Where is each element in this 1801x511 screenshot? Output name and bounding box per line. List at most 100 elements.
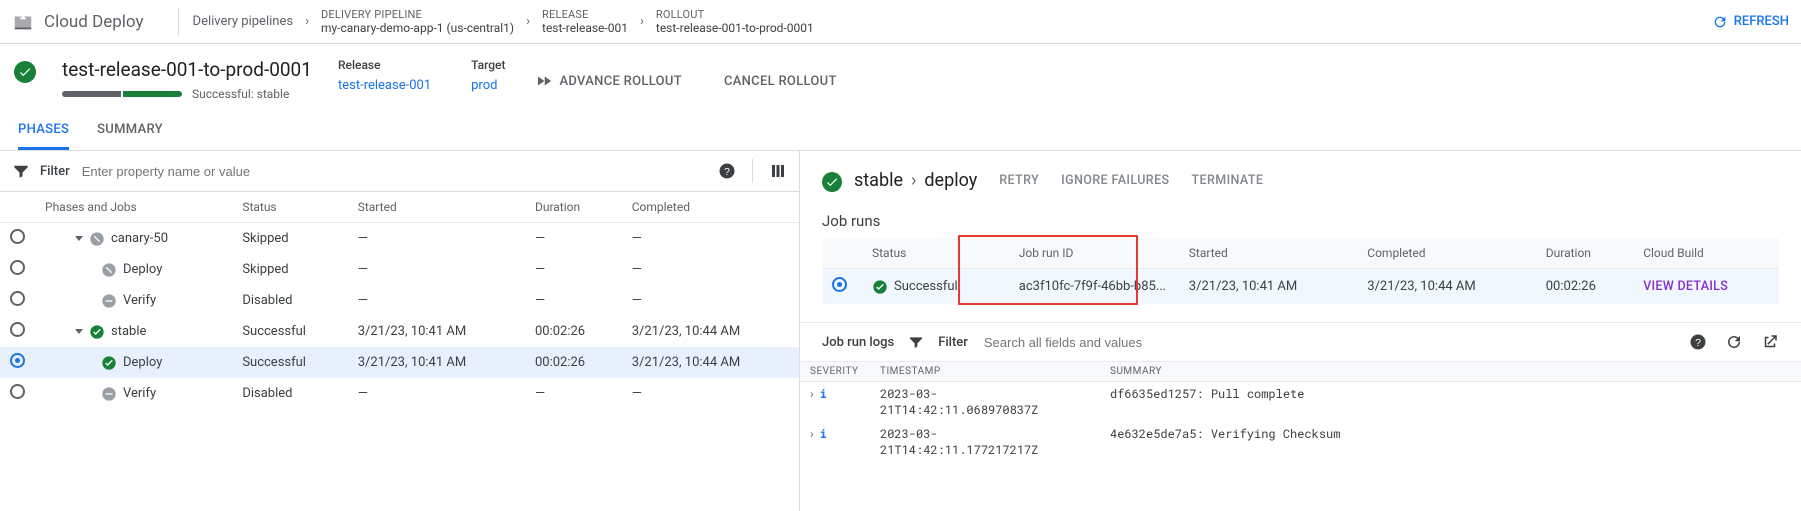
success-icon: [101, 355, 117, 371]
progress-bar: [62, 91, 182, 97]
col-status: Status: [232, 192, 347, 223]
table-row[interactable]: Deploy Successful 3/21/23, 10:41 AM 00:0…: [0, 347, 799, 378]
log-row[interactable]: ›i 2023-03-21T14:42:11.177217217Z 4e632e…: [800, 422, 1801, 462]
help-icon[interactable]: ?: [1689, 333, 1707, 351]
product-name: Cloud Deploy: [44, 12, 144, 32]
cell-completed: —: [622, 285, 799, 316]
cell-duration: —: [525, 254, 622, 285]
header-actions: ADVANCE ROLLOUT CANCEL ROLLOUT: [531, 66, 840, 96]
cell-status: Skipped: [232, 223, 347, 255]
expand-icon[interactable]: [75, 329, 83, 334]
cell-duration: —: [525, 285, 622, 316]
col-phases: Phases and Jobs: [35, 192, 232, 223]
table-row[interactable]: Verify Disabled — — —: [0, 285, 799, 316]
cell-status: Successful: [232, 316, 347, 347]
cancel-rollout-label: CANCEL ROLLOUT: [724, 74, 837, 89]
logs-filter-label: Filter: [938, 335, 968, 350]
retry-button[interactable]: RETRY: [999, 173, 1039, 188]
skipped-icon: [89, 231, 105, 247]
refresh-icon[interactable]: [1725, 333, 1743, 351]
col-cloud-build: Cloud Build: [1633, 238, 1779, 269]
divider: [752, 159, 753, 183]
radio[interactable]: [10, 260, 25, 275]
expand-icon[interactable]: ›: [810, 427, 814, 441]
radio[interactable]: [10, 353, 25, 368]
cell-jobrun-id: ac3f10fc-7f9f-46bb-b85...: [1009, 269, 1179, 305]
cell-completed: —: [622, 254, 799, 285]
advance-rollout-button[interactable]: ADVANCE ROLLOUT: [531, 66, 685, 96]
meta-target: Target prod: [471, 58, 505, 93]
left-pane: Filter ? Phases and Jobs Status Started …: [0, 151, 800, 511]
log-summary: df6635ed1257: Pull complete: [1100, 382, 1801, 423]
meta-target-label: Target: [471, 58, 505, 72]
progress-seg-skipped: [62, 91, 121, 97]
status-success-icon: [822, 172, 842, 192]
cell-started: —: [348, 285, 525, 316]
radio[interactable]: [10, 291, 25, 306]
cell-started: —: [348, 254, 525, 285]
svg-text:?: ?: [724, 166, 730, 178]
radio[interactable]: [10, 229, 25, 244]
col-timestamp: TIMESTAMP: [870, 362, 1100, 382]
right-actions: RETRY IGNORE FAILURES TERMINATE: [999, 173, 1263, 188]
top-bar: Cloud Deploy Delivery pipelines › DELIVE…: [0, 0, 1801, 44]
cancel-rollout-button[interactable]: CANCEL ROLLOUT: [720, 66, 841, 96]
phase-name: canary-50: [111, 231, 168, 246]
cell-completed: —: [622, 378, 799, 409]
table-row[interactable]: Successful ac3f10fc-7f9f-46bb-b85... 3/2…: [822, 269, 1779, 305]
phase-name: stable: [111, 324, 146, 339]
job-runs-title: Job runs: [800, 202, 1801, 238]
job-run-logs-title: Job run logs: [822, 335, 894, 350]
cell-duration: 00:02:26: [525, 316, 622, 347]
col-completed: Completed: [622, 192, 799, 223]
columns-icon[interactable]: [769, 162, 787, 180]
log-row[interactable]: ›i 2023-03-21T14:42:11.068970837Z df6635…: [800, 382, 1801, 423]
right-pane: stable › deploy RETRY IGNORE FAILURES TE…: [800, 151, 1801, 511]
release-link[interactable]: test-release-001: [338, 78, 431, 93]
filter-input[interactable]: [80, 163, 708, 180]
right-header: stable › deploy RETRY IGNORE FAILURES TE…: [800, 151, 1801, 202]
table-row[interactable]: stable Successful 3/21/23, 10:41 AM 00:0…: [0, 316, 799, 347]
cell-started: 3/21/23, 10:41 AM: [348, 347, 525, 378]
cell-started: —: [348, 223, 525, 255]
ignore-failures-button[interactable]: IGNORE FAILURES: [1061, 173, 1169, 188]
cell-started: —: [348, 378, 525, 409]
table-row[interactable]: Deploy Skipped — — —: [0, 254, 799, 285]
breadcrumb-rollout-value: test-release-001-to-prod-0001: [656, 21, 814, 35]
tab-phases[interactable]: PHASES: [18, 111, 69, 150]
log-table: SEVERITY TIMESTAMP SUMMARY ›i 2023-03-21…: [800, 361, 1801, 462]
breadcrumb-rollout: ROLLOUT test-release-001-to-prod-0001: [656, 8, 814, 36]
chevron-right-icon: ›: [911, 170, 916, 191]
view-details-button[interactable]: VIEW DETAILS: [1643, 279, 1728, 294]
cell-duration: 00:02:26: [1536, 269, 1633, 305]
logs-filter-input[interactable]: [982, 334, 1675, 351]
skipped-icon: [101, 262, 117, 278]
fast-forward-icon: [535, 72, 553, 90]
cell-duration: —: [525, 378, 622, 409]
radio[interactable]: [10, 384, 25, 399]
table-row[interactable]: canary-50 Skipped — — —: [0, 223, 799, 255]
meta-columns: Release test-release-001 Target prod: [338, 58, 505, 93]
refresh-button[interactable]: REFRESH: [1712, 14, 1789, 30]
target-link[interactable]: prod: [471, 78, 497, 93]
open-external-icon[interactable]: [1761, 333, 1779, 351]
breadcrumb-rollout-label: ROLLOUT: [656, 8, 814, 21]
expand-icon[interactable]: [75, 236, 83, 241]
breadcrumb-release[interactable]: RELEASE test-release-001: [542, 8, 628, 36]
table-row[interactable]: Verify Disabled — — —: [0, 378, 799, 409]
cell-completed: 3/21/23, 10:44 AM: [622, 316, 799, 347]
help-icon[interactable]: ?: [718, 162, 736, 180]
terminate-button[interactable]: TERMINATE: [1192, 173, 1264, 188]
success-icon: [89, 324, 105, 340]
breadcrumb-pipeline[interactable]: DELIVERY PIPELINE my-canary-demo-app-1 (…: [321, 8, 514, 36]
radio[interactable]: [832, 277, 847, 292]
breadcrumb-pipeline-value: my-canary-demo-app-1 (us-central1): [321, 21, 514, 35]
cell-duration: —: [525, 223, 622, 255]
radio[interactable]: [10, 322, 25, 337]
tab-summary[interactable]: SUMMARY: [97, 111, 163, 150]
cell-status: Skipped: [232, 254, 347, 285]
col-status: Status: [862, 238, 1009, 269]
col-duration: Duration: [1536, 238, 1633, 269]
breadcrumb-root[interactable]: Delivery pipelines: [193, 14, 294, 29]
expand-icon[interactable]: ›: [810, 387, 814, 401]
